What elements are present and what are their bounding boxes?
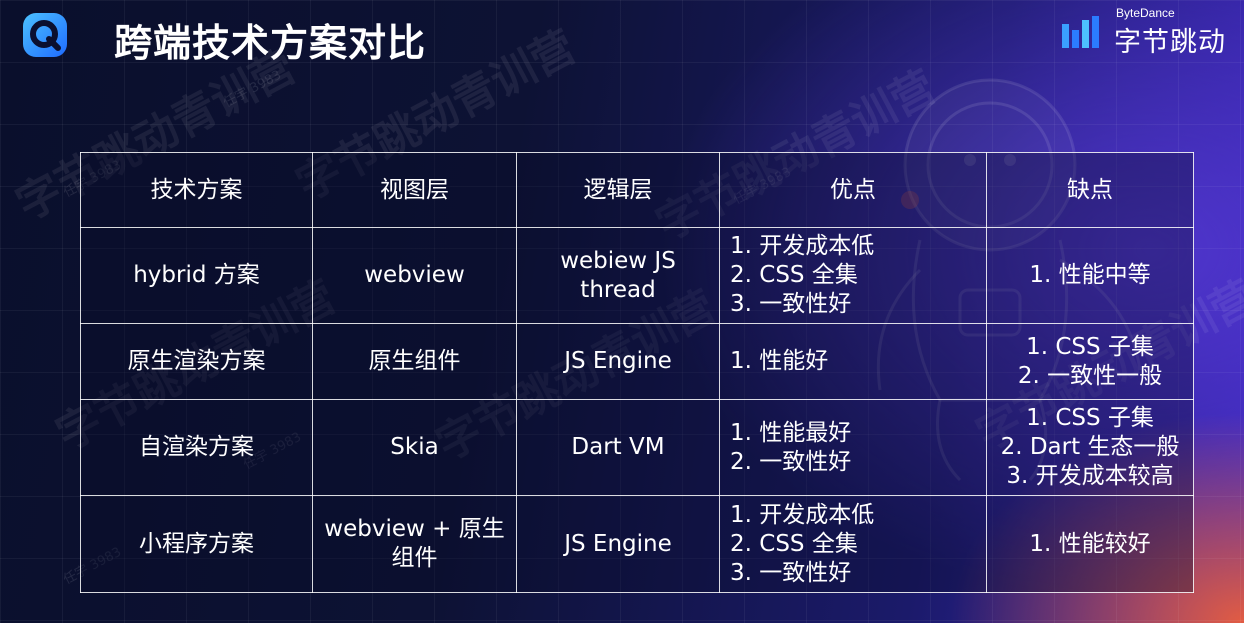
logic-layer-cell: Dart VM [516,399,720,496]
logic-layer-cell: webiew JS thread [516,227,720,324]
logic-layer-cell: JS Engine [516,323,720,400]
logic-layer-cell: JS Engine [516,495,720,593]
table-header-row: 技术方案 视图层 逻辑层 优点 缺点 [80,152,1194,228]
column-header: 视图层 [312,152,517,228]
pros-cell: 1. 性能好 [719,323,987,400]
column-header: 优点 [719,152,987,228]
table-row: 原生渲染方案 原生组件 JS Engine 1. 性能好 1. CSS 子集 2… [80,323,1194,400]
scheme-cell: 原生渲染方案 [80,323,313,400]
view-layer-cell: webview + 原生 组件 [312,495,517,593]
table-row: 小程序方案 webview + 原生 组件 JS Engine 1. 开发成本低… [80,495,1194,593]
scheme-cell: 自渲染方案 [80,399,313,496]
cons-cell: 1. CSS 子集 2. Dart 生态一般 3. 开发成本较高 [986,399,1194,496]
view-layer-cell: webview [312,227,517,324]
cons-cell: 1. 性能较好 [986,495,1194,593]
cons-cell: 1. CSS 子集 2. 一致性一般 [986,323,1194,400]
cons-cell: 1. 性能中等 [986,227,1194,324]
q-logo-icon [23,13,67,57]
scheme-cell: hybrid 方案 [80,227,313,324]
view-layer-cell: Skia [312,399,517,496]
scheme-cell: 小程序方案 [80,495,313,593]
slide-title: 跨端技术方案对比 [114,21,427,65]
view-layer-cell: 原生组件 [312,323,517,400]
column-header: 技术方案 [80,152,313,228]
table-row: hybrid 方案 webview webiew JS thread 1. 开发… [80,227,1194,324]
pros-cell: 1. 性能最好 2. 一致性好 [719,399,987,496]
column-header: 逻辑层 [516,152,720,228]
table-row: 自渲染方案 Skia Dart VM 1. 性能最好 2. 一致性好 1. CS… [80,399,1194,496]
comparison-table: 技术方案 视图层 逻辑层 优点 缺点 hybrid 方案 webview web… [80,152,1194,593]
bytedance-brand: ByteDance 字节跳动 [1062,6,1234,58]
bytedance-bars-icon [1062,16,1099,48]
brand-english: ByteDance [1116,6,1175,20]
pros-cell: 1. 开发成本低 2. CSS 全集 3. 一致性好 [719,227,987,324]
pros-cell: 1. 开发成本低 2. CSS 全集 3. 一致性好 [719,495,987,593]
column-header: 缺点 [986,152,1194,228]
brand-chinese: 字节跳动 [1114,27,1226,58]
